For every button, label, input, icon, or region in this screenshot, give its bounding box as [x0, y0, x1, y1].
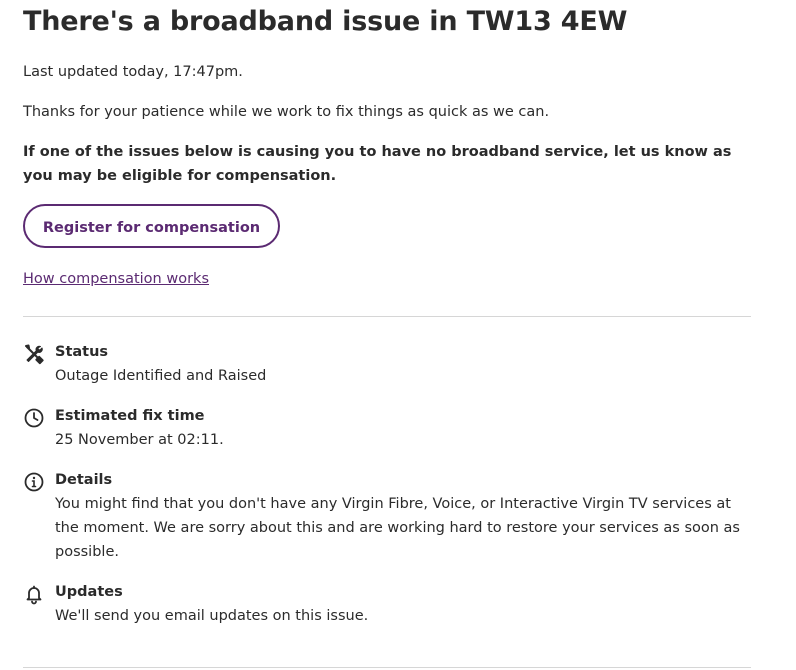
fix-time-label: Estimated fix time: [55, 408, 205, 424]
divider: [23, 316, 751, 317]
bell-icon: [23, 583, 45, 605]
details-label: Details: [55, 472, 113, 488]
last-updated-text: Last updated today, 17:47pm.: [23, 64, 243, 80]
how-compensation-works-link[interactable]: How compensation works: [23, 268, 209, 290]
tools-icon: [23, 343, 45, 365]
thanks-text: Thanks for your patience while we work t…: [23, 104, 550, 120]
fix-time-value: 25 November at 02:11.: [55, 432, 224, 448]
clock-icon: [23, 407, 45, 429]
register-compensation-button[interactable]: Register for compensation: [23, 204, 280, 248]
page-title: There's a broadband issue in TW13 4EW: [23, 6, 628, 37]
updates-label: Updates: [55, 584, 123, 600]
info-icon: [23, 471, 45, 493]
compensation-notice: If one of the issues below is causing yo…: [23, 144, 732, 184]
details-value: You might find that you don't have any V…: [55, 496, 740, 560]
updates-value: We'll send you email updates on this iss…: [55, 608, 369, 624]
status-label: Status: [55, 344, 109, 360]
divider: [23, 667, 751, 668]
status-value: Outage Identified and Raised: [55, 368, 267, 384]
